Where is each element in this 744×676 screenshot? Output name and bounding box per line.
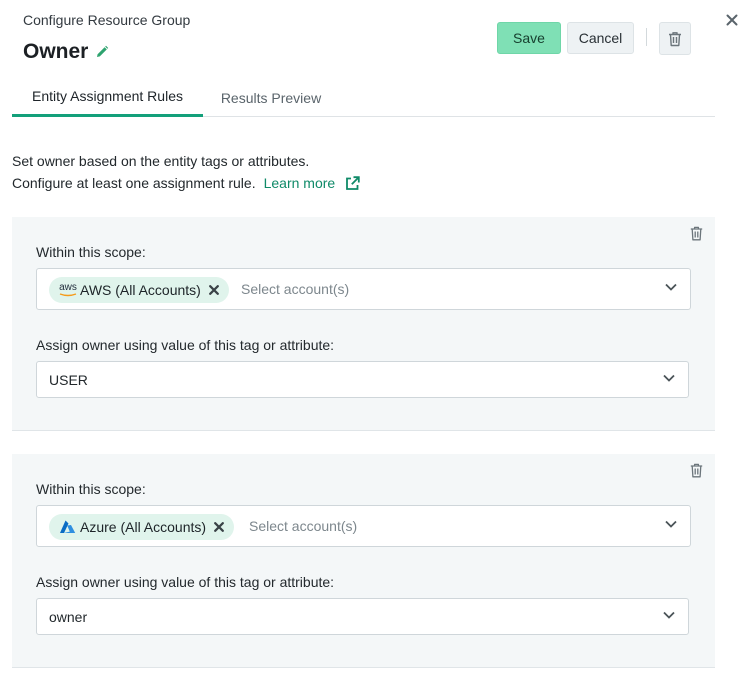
remove-chip-icon[interactable] xyxy=(214,522,224,532)
assignment-rule-card: Within this scope: Azure (All Accounts) … xyxy=(12,454,715,668)
description-line-2-row: Configure at least one assignment rule. … xyxy=(12,172,360,194)
aws-logo-icon: aws xyxy=(59,283,77,297)
chevron-down-icon[interactable] xyxy=(663,611,675,619)
attribute-value: owner xyxy=(49,609,88,625)
attribute-select[interactable]: owner xyxy=(36,598,689,635)
tab-bar: Entity Assignment Rules Results Preview xyxy=(12,78,715,117)
scope-select[interactable]: aws AWS (All Accounts) Select account(s) xyxy=(36,268,691,310)
scope-label: Within this scope: xyxy=(36,481,146,497)
save-button[interactable]: Save xyxy=(497,22,561,54)
assignment-rule-card: Within this scope: aws AWS (All Accounts… xyxy=(12,217,715,431)
delete-rule-icon[interactable] xyxy=(690,226,703,241)
remove-chip-icon[interactable] xyxy=(208,285,219,295)
attribute-select[interactable]: USER xyxy=(36,361,689,398)
page-subtitle: Configure Resource Group xyxy=(23,12,191,28)
scope-chip-azure: Azure (All Accounts) xyxy=(49,514,235,540)
trash-icon xyxy=(669,31,681,46)
scope-placeholder: Select account(s) xyxy=(241,281,350,297)
chevron-down-icon[interactable] xyxy=(663,374,675,382)
tab-entity-assignment-rules[interactable]: Entity Assignment Rules xyxy=(12,78,203,117)
delete-button[interactable] xyxy=(659,22,691,55)
external-link-icon[interactable] xyxy=(345,175,360,191)
page-title: Owner xyxy=(23,40,89,63)
azure-logo-icon xyxy=(59,520,76,534)
scope-chip-aws: aws AWS (All Accounts) xyxy=(49,277,229,303)
toolbar-divider xyxy=(646,28,647,46)
attribute-value: USER xyxy=(49,372,88,388)
title-row: Owner xyxy=(23,40,109,64)
tab-results-preview[interactable]: Results Preview xyxy=(207,78,335,117)
attribute-label: Assign owner using value of this tag or … xyxy=(36,574,335,590)
edit-pencil-icon[interactable] xyxy=(95,45,109,59)
description: Set owner based on the entity tags or at… xyxy=(12,150,360,194)
chevron-down-icon[interactable] xyxy=(665,520,677,528)
scope-chip-label: AWS (All Accounts) xyxy=(80,282,201,298)
delete-rule-icon[interactable] xyxy=(690,463,703,478)
scope-placeholder: Select account(s) xyxy=(249,518,358,534)
attribute-label: Assign owner using value of this tag or … xyxy=(36,337,335,353)
learn-more-link[interactable]: Learn more xyxy=(264,172,336,194)
description-line-1: Set owner based on the entity tags or at… xyxy=(12,153,310,169)
scope-label: Within this scope: xyxy=(36,244,146,260)
close-icon[interactable] xyxy=(722,10,742,30)
cancel-button[interactable]: Cancel xyxy=(567,22,634,54)
scope-select[interactable]: Azure (All Accounts) Select account(s) xyxy=(36,505,691,547)
chevron-down-icon[interactable] xyxy=(665,283,677,291)
description-line-2: Configure at least one assignment rule. xyxy=(12,175,256,191)
scope-chip-label: Azure (All Accounts) xyxy=(80,519,207,535)
